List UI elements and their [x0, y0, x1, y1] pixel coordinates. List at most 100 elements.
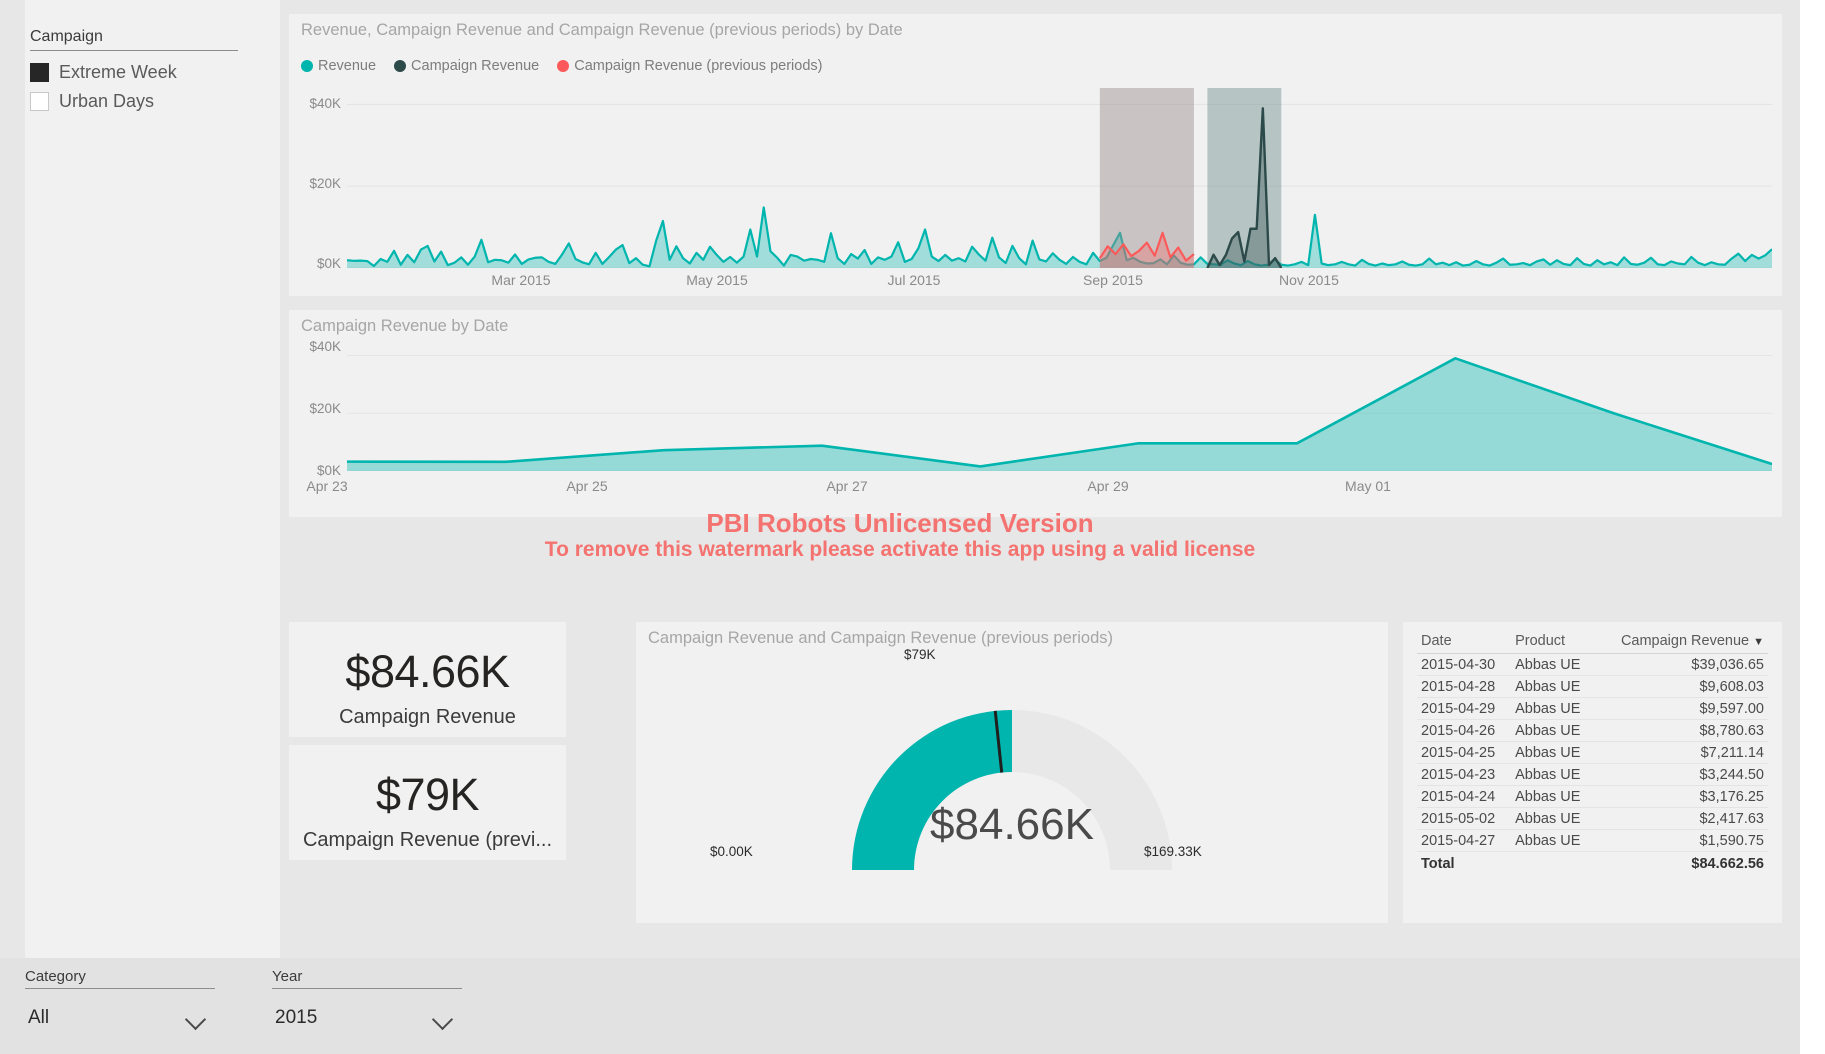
canvas-right-gutter	[1800, 0, 1825, 1054]
chevron-down-icon[interactable]	[185, 1009, 206, 1030]
campaign-slicer[interactable]: Campaign Extreme Week Urban Days	[25, 0, 280, 958]
cell-product: Abbas UE	[1511, 764, 1595, 786]
column-header-date[interactable]: Date	[1417, 630, 1511, 654]
cell-date: 2015-04-26	[1417, 720, 1511, 742]
column-header-label: Campaign Revenue	[1621, 633, 1749, 649]
x-axis-tick: Apr 29	[1048, 478, 1168, 494]
cell-campaign-revenue: $8,780.63	[1595, 720, 1768, 742]
cell-date: 2015-04-28	[1417, 676, 1511, 698]
cell-product: Abbas UE	[1511, 808, 1595, 830]
slicer-item-urban-days[interactable]: Urban Days	[30, 87, 177, 116]
table: Date Product Campaign Revenue ▼ 2015-04-3…	[1417, 630, 1768, 875]
table-row[interactable]: 2015-04-29Abbas UE$9,597.00	[1417, 698, 1768, 720]
gauge-plot	[636, 648, 1388, 923]
cell-product: Abbas UE	[1511, 742, 1595, 764]
column-header-campaign-revenue[interactable]: Campaign Revenue ▼	[1595, 630, 1768, 654]
table-row[interactable]: 2015-04-28Abbas UE$9,608.03	[1417, 676, 1768, 698]
cell-date: 2015-05-02	[1417, 808, 1511, 830]
campaign-revenue-table[interactable]: Date Product Campaign Revenue ▼ 2015-04-3…	[1403, 622, 1782, 923]
area-chart-plot	[347, 344, 1772, 471]
x-axis-tick: May 2015	[657, 272, 777, 288]
year-slicer-label: Year	[272, 968, 462, 989]
gauge-svg	[636, 648, 1388, 923]
report-footer: Category All Year 2015 Campaign Overview	[0, 958, 1800, 1054]
cell-product: Abbas UE	[1511, 676, 1595, 698]
kpi-card-campaign-revenue-previous[interactable]: $79K Campaign Revenue (previ...	[289, 745, 566, 860]
legend-swatch-icon	[394, 60, 406, 72]
checkbox-icon-unchecked[interactable]	[30, 92, 49, 111]
slicer-item-label: Urban Days	[59, 91, 154, 112]
cell-date: 2015-04-27	[1417, 830, 1511, 852]
year-dropdown[interactable]: 2015	[272, 999, 462, 1037]
table-row[interactable]: 2015-04-25Abbas UE$7,211.14	[1417, 742, 1768, 764]
table-row[interactable]: 2015-04-24Abbas UE$3,176.25	[1417, 786, 1768, 808]
y-axis-tick: $40K	[289, 96, 341, 111]
cell-campaign-revenue: $39,036.65	[1595, 654, 1768, 676]
table-row[interactable]: 2015-04-26Abbas UE$8,780.63	[1417, 720, 1768, 742]
y-axis-tick: $40K	[289, 339, 341, 354]
kpi-value: $79K	[289, 769, 566, 821]
cell-campaign-revenue: $3,244.50	[1595, 764, 1768, 786]
cell-product: Abbas UE	[1511, 698, 1595, 720]
legend-item-campaign-revenue-previous[interactable]: Campaign Revenue (previous periods)	[557, 58, 822, 74]
legend-item-revenue[interactable]: Revenue	[301, 58, 376, 74]
gauge-target-label: $79K	[904, 647, 936, 662]
x-axis-tick: Jul 2015	[854, 272, 974, 288]
cell-product: Abbas UE	[1511, 654, 1595, 676]
chart-title: Revenue, Campaign Revenue and Campaign R…	[301, 21, 903, 40]
kpi-label: Campaign Revenue (previ...	[289, 829, 566, 852]
cell-date: 2015-04-24	[1417, 786, 1511, 808]
kpi-label: Campaign Revenue	[289, 706, 566, 729]
column-header-product[interactable]: Product	[1511, 630, 1595, 654]
y-axis-tick: $0K	[289, 463, 341, 478]
table-row[interactable]: 2015-05-02Abbas UE$2,417.63	[1417, 808, 1768, 830]
cell-campaign-revenue: $1,590.75	[1595, 830, 1768, 852]
report-page: Campaign Extreme Week Urban Days Revenue…	[0, 0, 1825, 1054]
area-chart-campaign-revenue-by-date[interactable]: Campaign Revenue by Date $40K $20K $0K A…	[289, 310, 1782, 517]
year-slicer[interactable]: Year 2015	[272, 968, 462, 1037]
table-header-row: Date Product Campaign Revenue ▼	[1417, 630, 1768, 654]
x-axis-tick: Apr 25	[527, 478, 647, 494]
slicer-item-extreme-week[interactable]: Extreme Week	[30, 58, 177, 87]
table-row[interactable]: 2015-04-27Abbas UE$1,590.75	[1417, 830, 1768, 852]
category-dropdown[interactable]: All	[25, 999, 215, 1037]
sort-descending-icon[interactable]: ▼	[1753, 636, 1764, 648]
total-value: $84.662.56	[1595, 852, 1768, 875]
cell-campaign-revenue: $9,608.03	[1595, 676, 1768, 698]
legend-swatch-icon	[301, 60, 313, 72]
x-axis-tick: Apr 23	[267, 478, 387, 494]
table-row[interactable]: 2015-04-23Abbas UE$3,244.50	[1417, 764, 1768, 786]
campaign-slicer-title: Campaign	[30, 28, 238, 51]
cell-product: Abbas UE	[1511, 830, 1595, 852]
total-label: Total	[1417, 852, 1511, 875]
x-axis-tick: Nov 2015	[1249, 272, 1369, 288]
x-axis-tick: Apr 27	[787, 478, 907, 494]
kpi-card-campaign-revenue[interactable]: $84.66K Campaign Revenue	[289, 622, 566, 737]
cell-campaign-revenue: $9,597.00	[1595, 698, 1768, 720]
legend-label: Campaign Revenue (previous periods)	[574, 58, 822, 74]
gauge-chart-campaign-revenue[interactable]: Campaign Revenue and Campaign Revenue (p…	[636, 622, 1388, 923]
table-total-row: Total $84.662.56	[1417, 852, 1768, 875]
chart-title: Campaign Revenue and Campaign Revenue (p…	[648, 629, 1113, 648]
campaign-slicer-items: Extreme Week Urban Days	[30, 58, 177, 116]
category-slicer-label: Category	[25, 968, 215, 989]
x-axis-tick: Sep 2015	[1053, 272, 1173, 288]
line-chart-revenue-by-date[interactable]: Revenue, Campaign Revenue and Campaign R…	[289, 14, 1782, 296]
chart-legend[interactable]: Revenue Campaign Revenue Campaign Revenu…	[301, 58, 822, 74]
legend-item-campaign-revenue[interactable]: Campaign Revenue	[394, 58, 539, 74]
chevron-down-icon[interactable]	[432, 1009, 453, 1030]
table-row[interactable]: 2015-04-30Abbas UE$39,036.65	[1417, 654, 1768, 676]
slicer-item-label: Extreme Week	[59, 62, 177, 83]
cell-product: Abbas UE	[1511, 720, 1595, 742]
cell-campaign-revenue: $3,176.25	[1595, 786, 1768, 808]
table-body: 2015-04-30Abbas UE$39,036.652015-04-28Ab…	[1417, 654, 1768, 852]
checkbox-icon-checked[interactable]	[30, 63, 49, 82]
cell-date: 2015-04-29	[1417, 698, 1511, 720]
legend-swatch-icon	[557, 60, 569, 72]
y-axis-tick: $20K	[289, 176, 341, 191]
line-chart-plot	[347, 88, 1772, 268]
legend-label: Campaign Revenue	[411, 58, 539, 74]
kpi-value: $84.66K	[289, 646, 566, 698]
year-selected-value: 2015	[275, 1007, 317, 1029]
category-slicer[interactable]: Category All	[25, 968, 215, 1037]
